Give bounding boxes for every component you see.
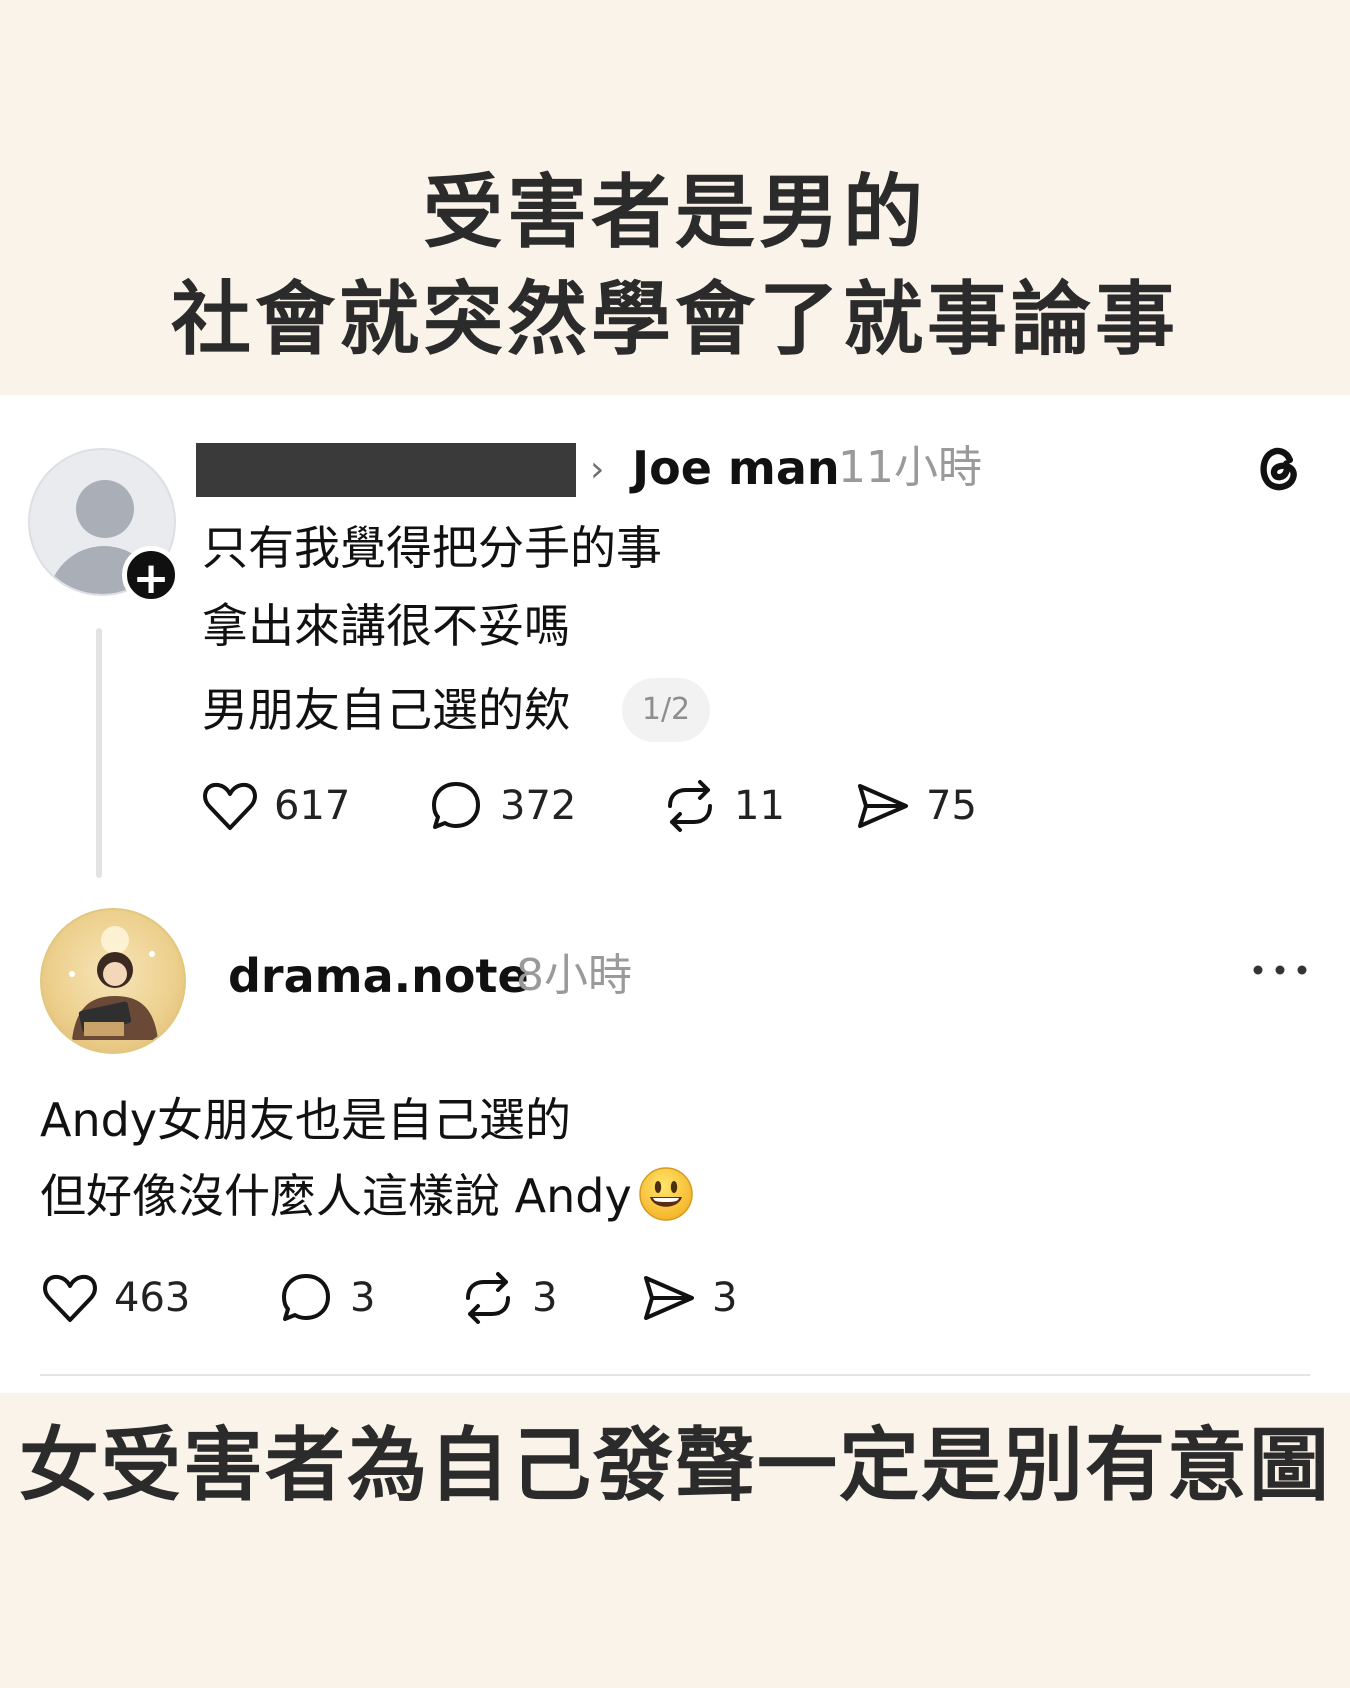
comment-bubble-icon xyxy=(282,1274,330,1321)
threads-logo-icon[interactable] xyxy=(1250,440,1308,498)
post-divider xyxy=(40,1374,1310,1376)
reply-timestamp: 8小時 xyxy=(516,950,632,1001)
reply-username[interactable]: drama.note xyxy=(228,948,529,1004)
repost-icon xyxy=(466,1272,510,1324)
avatar-head-shape xyxy=(76,480,134,538)
reply-repost-count: 3 xyxy=(532,1275,558,1321)
reply-like-count: 463 xyxy=(114,1275,191,1321)
op-text-line-3: 男朋友自己選的欸 xyxy=(202,683,570,737)
reply-text-line-1: Andy女朋友也是自己選的 xyxy=(40,1093,572,1147)
op-share-count: 75 xyxy=(926,783,977,829)
op-share-button[interactable]: 75 xyxy=(852,776,977,836)
reply-share-button[interactable]: 3 xyxy=(638,1268,737,1328)
repost-icon xyxy=(668,780,712,832)
drama-note-avatar[interactable] xyxy=(40,908,186,1054)
op-repost-button[interactable]: 11 xyxy=(660,776,785,836)
illustrated-avatar-image xyxy=(69,926,158,1040)
smiley-emoji-icon xyxy=(638,1167,693,1221)
headline-top-line-2: 社會就突然學會了就事論事 xyxy=(171,273,1179,366)
send-icon xyxy=(644,1276,694,1320)
chevron-right-icon: › xyxy=(590,449,605,490)
op-text-line-2: 拿出來講很不妥嗎 xyxy=(202,599,570,653)
reply-share-count: 3 xyxy=(712,1275,738,1321)
more-horizontal-icon[interactable] xyxy=(1250,960,1310,980)
reply-reply-count: 3 xyxy=(350,1275,376,1321)
page-indicator-badge[interactable]: 1/2 xyxy=(622,678,710,742)
reply-reply-button[interactable]: 3 xyxy=(276,1268,375,1328)
reply-like-button[interactable]: 463 xyxy=(40,1268,190,1328)
op-text-line-1: 只有我覺得把分手的事 xyxy=(202,521,662,575)
thread-connector-line xyxy=(96,628,102,878)
headline-bottom: 女受害者為自己發聲一定是別有意圖 xyxy=(19,1419,1331,1512)
send-icon xyxy=(858,784,908,828)
redacted-username-bar xyxy=(196,443,576,497)
op-username[interactable]: Joe man xyxy=(632,440,840,496)
reply-text-line-2-text: 但好像沒什麼人這樣說 Andy xyxy=(40,1169,632,1223)
heart-icon xyxy=(43,1274,97,1322)
op-repost-count: 11 xyxy=(734,783,785,829)
headline-top-line-1: 受害者是男的 xyxy=(423,166,927,259)
op-reply-button[interactable]: 372 xyxy=(426,776,576,836)
reply-repost-button[interactable]: 3 xyxy=(458,1268,557,1328)
op-reply-count: 372 xyxy=(500,783,577,829)
reply-text-line-2: 但好像沒什麼人這樣說 Andy xyxy=(40,1166,694,1226)
op-like-count: 617 xyxy=(274,783,351,829)
comment-bubble-icon xyxy=(432,782,480,829)
op-timestamp: 11小時 xyxy=(838,442,982,493)
heart-icon xyxy=(203,782,257,830)
op-like-button[interactable]: 617 xyxy=(200,776,350,836)
follow-plus-icon[interactable]: + xyxy=(122,546,180,604)
